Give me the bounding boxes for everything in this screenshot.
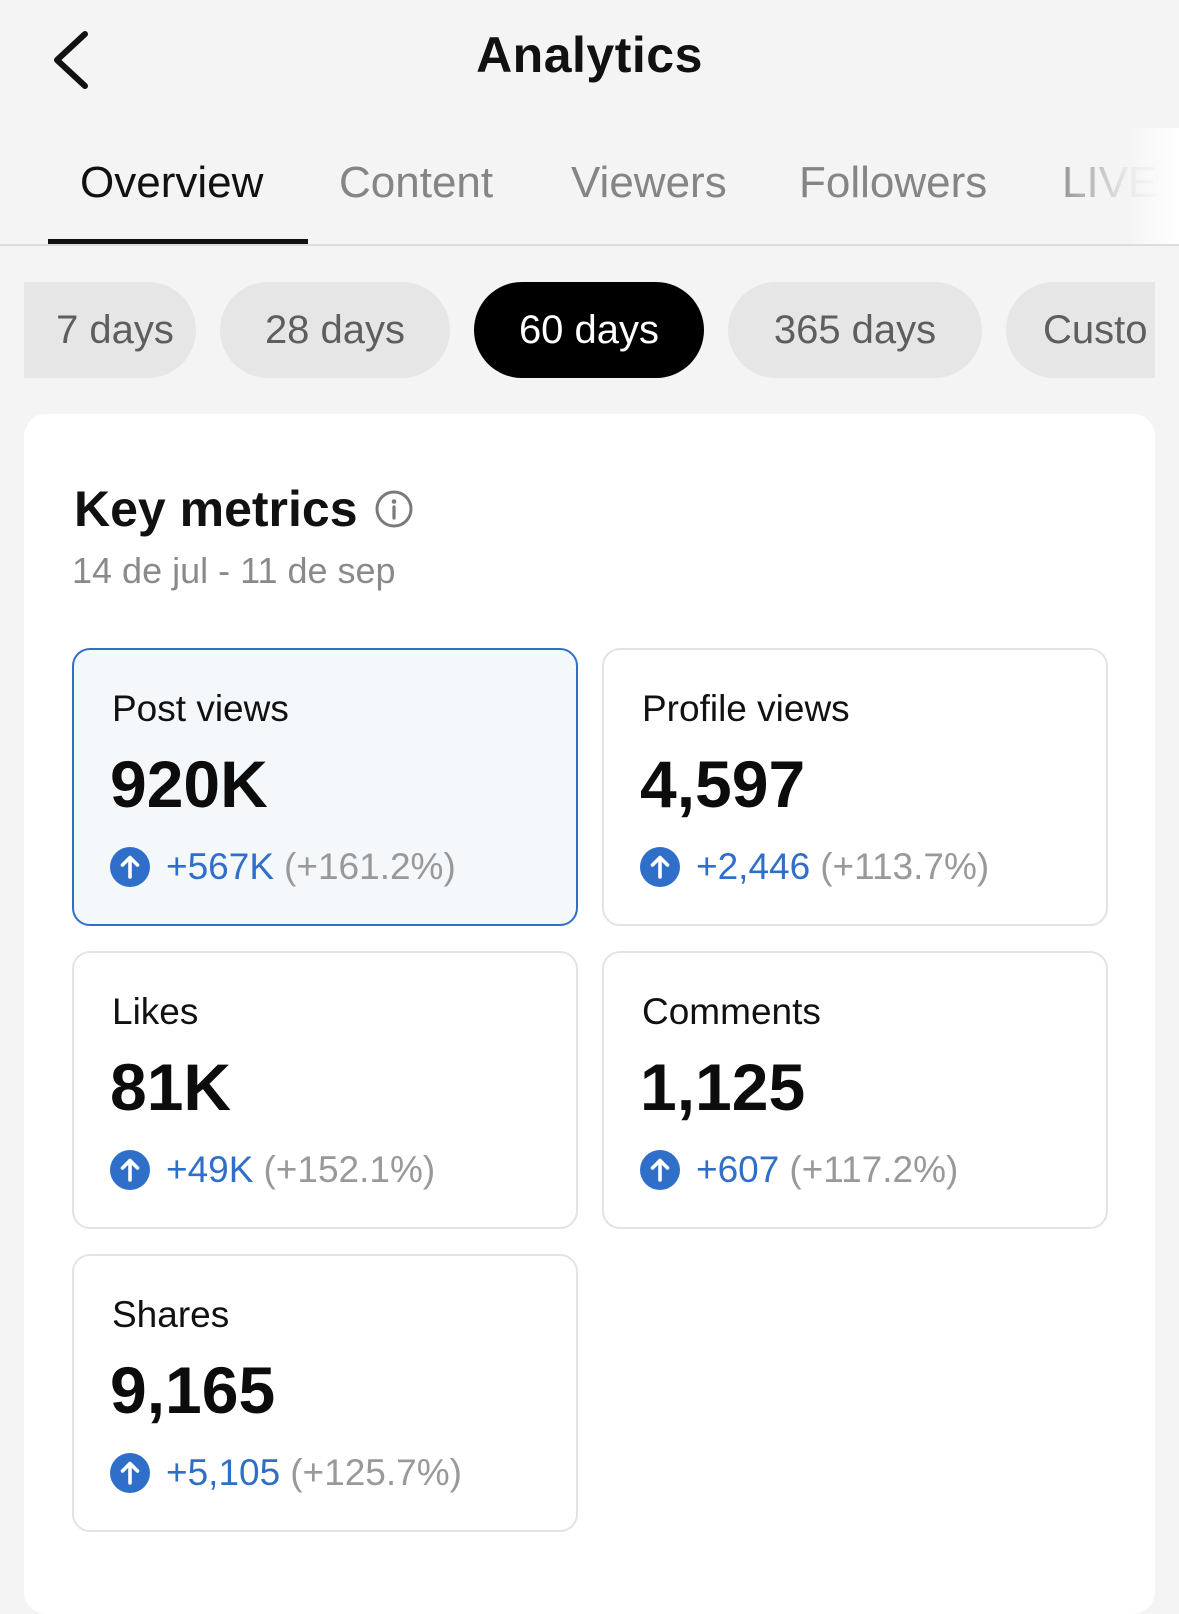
metric-tile-likes[interactable]: Likes 81K +49K (+152.1%)	[72, 951, 578, 1229]
info-icon[interactable]	[374, 489, 414, 529]
date-range: 14 de jul - 11 de sep	[72, 550, 396, 591]
metric-change-absolute: +5,105	[166, 1452, 281, 1493]
chip-60-days[interactable]: 60 days	[474, 282, 704, 378]
page-title: Analytics	[476, 27, 703, 83]
metric-change-percent: (+161.2%)	[284, 846, 456, 887]
arrow-up-circle-icon	[640, 847, 680, 887]
tab-bar: Overview Content Viewers Followers LIVE	[0, 128, 1179, 246]
chip-custom[interactable]: Custo	[1006, 282, 1155, 378]
metric-label: Post views	[112, 688, 289, 729]
chip-7-days[interactable]: 7 days	[24, 282, 196, 378]
metric-change: +49K (+152.1%)	[110, 1149, 435, 1191]
metric-tile-comments[interactable]: Comments 1,125 +607 (+117.2%)	[602, 951, 1108, 1229]
tab-viewers[interactable]: Viewers	[571, 158, 727, 208]
arrow-up-circle-icon	[110, 1453, 150, 1493]
metric-change-percent: (+113.7%)	[820, 846, 990, 887]
metric-value: 1,125	[640, 1050, 806, 1124]
metric-label: Likes	[112, 991, 199, 1032]
header: Analytics	[0, 0, 1179, 120]
metric-change: +5,105 (+125.7%)	[110, 1452, 462, 1494]
metric-value: 81K	[110, 1050, 232, 1124]
chip-28-days[interactable]: 28 days	[220, 282, 450, 378]
arrow-up-circle-icon	[110, 847, 150, 887]
metric-change-absolute: +49K	[166, 1149, 254, 1190]
metric-tile-post-views[interactable]: Post views 920K +567K (+161.2%)	[72, 648, 578, 926]
metric-tile-profile-views[interactable]: Profile views 4,597 +2,446 (+113.7%)	[602, 648, 1108, 926]
active-tab-indicator	[48, 239, 308, 244]
metric-value: 4,597	[640, 747, 806, 821]
key-metrics-title: Key metrics	[74, 481, 358, 537]
metric-change: +607 (+117.2%)	[640, 1149, 958, 1191]
period-selector: 7 days 28 days 60 days 365 days Custo	[24, 282, 1155, 378]
key-metrics-header: Key metrics	[74, 480, 414, 538]
metric-label: Profile views	[642, 688, 850, 729]
metric-change-percent: (+117.2%)	[789, 1149, 959, 1190]
metric-change-percent: (+125.7%)	[290, 1452, 462, 1493]
key-metrics-card: Key metrics 14 de jul - 11 de sep Post v…	[24, 414, 1155, 1614]
metric-change-absolute: +607	[696, 1149, 780, 1190]
metric-tile-shares[interactable]: Shares 9,165 +5,105 (+125.7%)	[72, 1254, 578, 1532]
metric-change-absolute: +2,446	[696, 846, 811, 887]
metric-value: 920K	[110, 747, 268, 821]
metric-change-percent: (+152.1%)	[263, 1149, 436, 1190]
chip-365-days[interactable]: 365 days	[728, 282, 982, 378]
tab-live[interactable]: LIVE	[1062, 158, 1157, 208]
tab-overview[interactable]: Overview	[80, 158, 263, 208]
metric-change-absolute: +567K	[166, 846, 275, 887]
metric-label: Shares	[112, 1294, 230, 1335]
tab-content[interactable]: Content	[339, 158, 493, 208]
metric-change: +2,446 (+113.7%)	[640, 846, 989, 888]
arrow-up-circle-icon	[110, 1150, 150, 1190]
tab-followers[interactable]: Followers	[799, 158, 987, 208]
metric-label: Comments	[642, 991, 821, 1032]
metric-value: 9,165	[110, 1353, 276, 1427]
metric-change: +567K (+161.2%)	[110, 846, 456, 888]
arrow-up-circle-icon	[640, 1150, 680, 1190]
